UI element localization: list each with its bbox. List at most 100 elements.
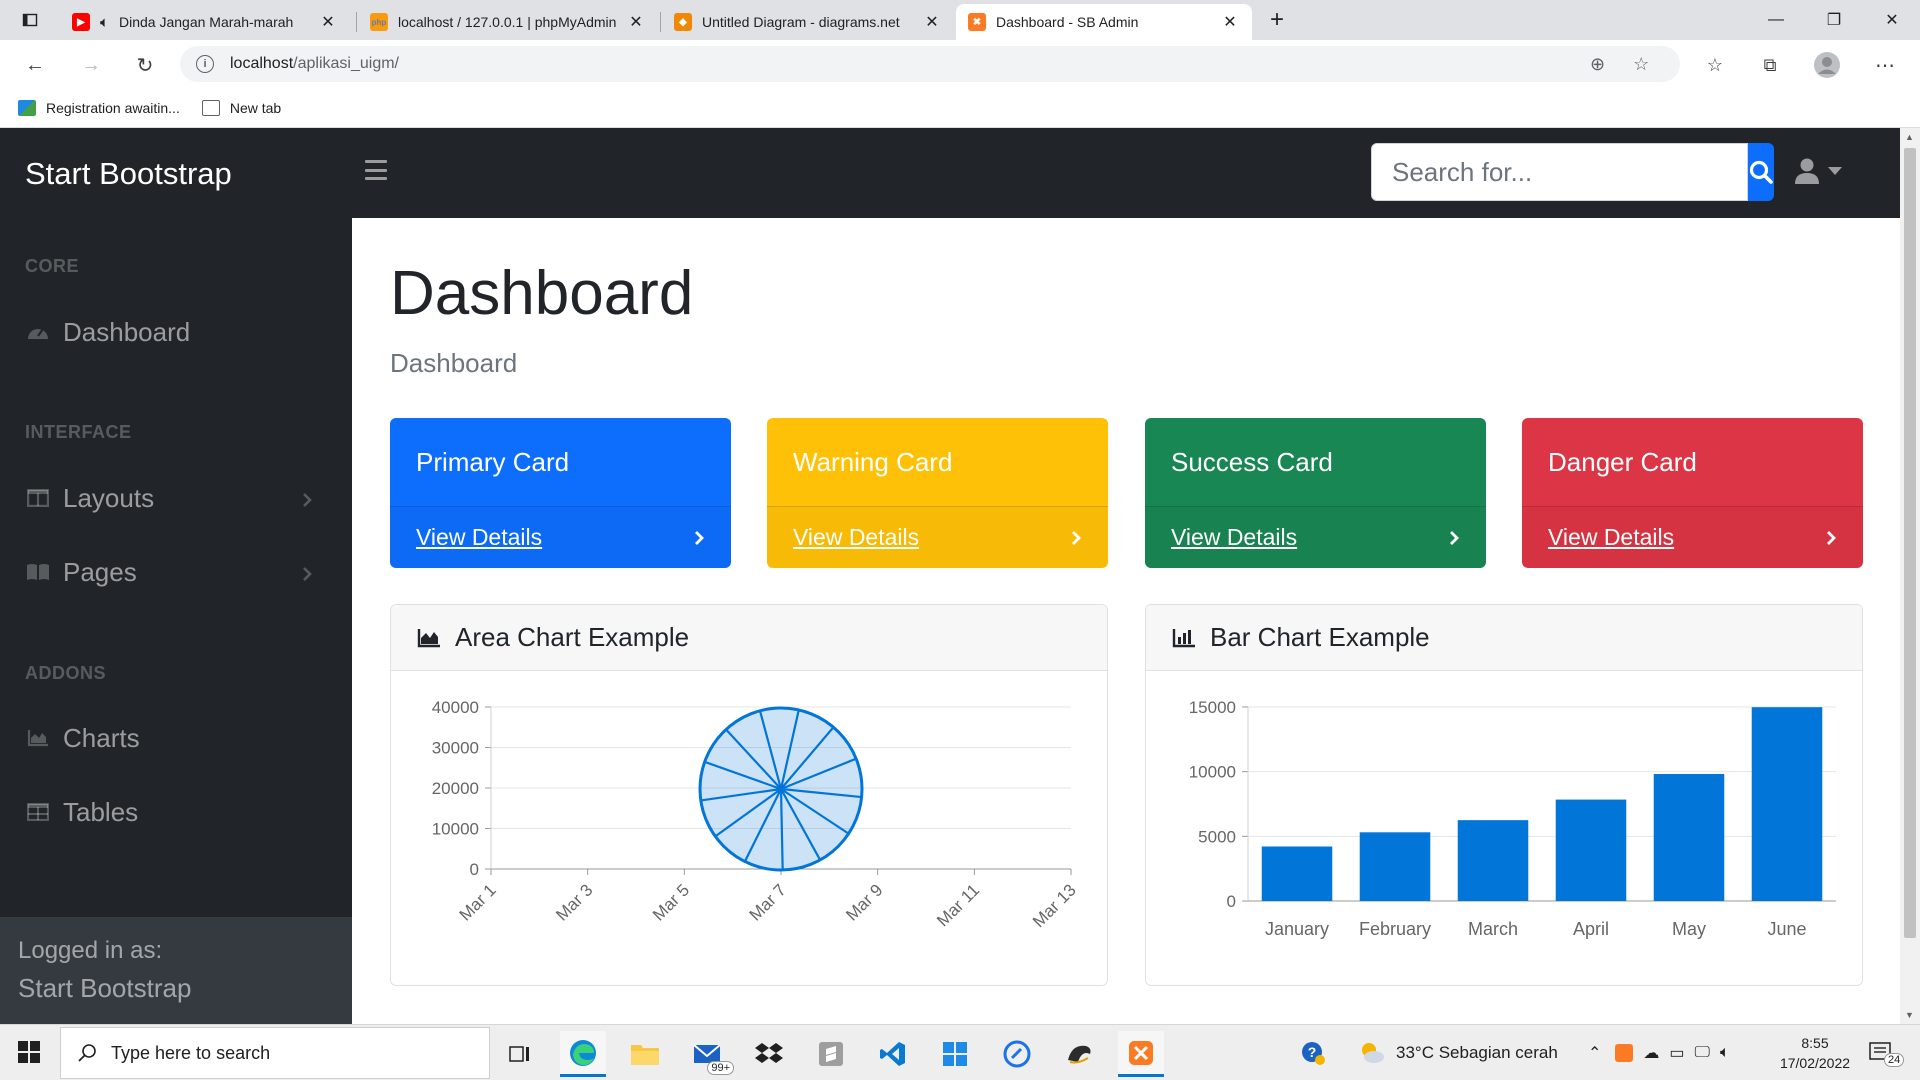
x-tick-label: Mar 1: [456, 880, 500, 924]
windows-start-icon[interactable]: [18, 1041, 40, 1068]
sidebar-item-layouts[interactable]: Layouts: [25, 478, 335, 518]
clock-time: 8:55: [1801, 1035, 1829, 1051]
xampp-tray-icon[interactable]: [1615, 1044, 1634, 1062]
battery-icon[interactable]: ▭: [1669, 1043, 1684, 1063]
phpmyadmin-icon: php: [370, 13, 388, 31]
network-icon[interactable]: ☁: [1643, 1043, 1659, 1063]
sidebar-item-dashboard[interactable]: Dashboard: [25, 312, 335, 352]
dropbox-icon[interactable]: [746, 1031, 792, 1077]
forward-icon[interactable]: →: [76, 50, 106, 80]
help-icon[interactable]: ?: [1300, 1025, 1326, 1080]
file-explorer-icon[interactable]: [622, 1031, 668, 1077]
sidebar: CORE Dashboard INTERFACE Layouts Pages A…: [0, 218, 352, 1024]
new-tab-page-icon: [201, 99, 220, 116]
collections-icon[interactable]: ⧉: [1755, 50, 1785, 80]
chart-title: Area Chart Example: [455, 622, 690, 652]
tab-diagrams[interactable]: ◆ Untitled Diagram - diagrams.net ✕: [662, 4, 954, 40]
scrollbar-thumb[interactable]: [1904, 148, 1916, 938]
volume-icon[interactable]: 🔈︎: [1720, 1044, 1730, 1062]
tab-actions-icon[interactable]: [18, 8, 42, 32]
tab-title: localhost / 127.0.0.1 | phpMyAdmin: [398, 14, 617, 30]
reload-icon[interactable]: ↻: [130, 50, 160, 80]
danger-card: Danger Card View Details: [1522, 418, 1863, 568]
y-tick-label: 10000: [432, 820, 479, 839]
more-menu-icon[interactable]: ⋯: [1870, 50, 1900, 80]
zoom-icon[interactable]: ⊕: [1590, 54, 1605, 75]
display-icon[interactable]: 🖵︎: [1695, 1044, 1710, 1062]
search-input[interactable]: [1371, 143, 1748, 201]
address-bar[interactable]: i localhost/aplikasi_uigm/ ⊕ ☆: [180, 46, 1680, 82]
book-icon: [25, 561, 51, 583]
close-tab-icon[interactable]: ✕: [318, 12, 338, 32]
minimize-icon[interactable]: —: [1748, 0, 1804, 40]
warning-card: Warning Card View Details: [767, 418, 1108, 568]
view-details-link[interactable]: View Details: [416, 524, 542, 551]
bar: [1457, 820, 1529, 901]
sidebar-item-label: Dashboard: [63, 316, 191, 347]
page-title: Dashboard: [390, 259, 694, 328]
tab-youtube[interactable]: ▶ 🔈︎ Dinda Jangan Marah-marah ✕: [60, 4, 350, 40]
navbar-search: [1371, 143, 1774, 201]
chart-title: Bar Chart Example: [1210, 622, 1430, 652]
sidebar-footer: Logged in as: Start Bootstrap: [0, 917, 352, 1024]
favorites-icon[interactable]: ☆: [1700, 50, 1730, 80]
tab-phpmyadmin[interactable]: php localhost / 127.0.0.1 | phpMyAdmin ✕: [358, 4, 658, 40]
sidebar-item-charts[interactable]: Charts: [25, 718, 335, 758]
view-details-link[interactable]: View Details: [1171, 524, 1297, 551]
bookmark-new-tab[interactable]: New tab: [201, 99, 281, 116]
area-chart: 0 10000 20000 30000 40000 Mar 1 Mar 3 Mar 5 Mar …: [432, 698, 1080, 931]
speaker-icon[interactable]: 🔈︎: [100, 14, 109, 31]
bar-chart-card: Bar Chart Example 0 5000 10000 15000 January…: [1145, 604, 1863, 986]
task-view-icon[interactable]: [497, 1031, 543, 1077]
drawio-icon: ◆: [674, 13, 692, 31]
close-tab-icon[interactable]: ✕: [626, 12, 646, 32]
restore-icon[interactable]: ❐: [1806, 0, 1862, 40]
search-button[interactable]: [1748, 143, 1774, 201]
weather-widget[interactable]: 33°C Sebagian cerah: [1358, 1025, 1558, 1080]
x-tick-label: April: [1573, 919, 1609, 939]
browser-app-icon[interactable]: [994, 1031, 1040, 1077]
user-dropdown[interactable]: [1794, 157, 1842, 185]
sidebar-item-pages[interactable]: Pages: [25, 552, 335, 592]
sidebar-toggle-icon[interactable]: [365, 160, 387, 180]
card-title: Danger Card: [1548, 446, 1697, 477]
chevron-right-icon: [1827, 530, 1836, 545]
close-tab-icon[interactable]: ✕: [1220, 12, 1240, 32]
navbar-brand[interactable]: Start Bootstrap: [25, 156, 232, 192]
windows-store-icon[interactable]: [932, 1031, 978, 1077]
back-icon[interactable]: ←: [20, 50, 50, 80]
edge-app-icon[interactable]: [560, 1031, 606, 1077]
columns-icon: [25, 487, 51, 509]
profile-avatar[interactable]: [1812, 50, 1842, 80]
y-tick-label: 0: [470, 860, 479, 879]
y-tick-label: 5000: [1198, 827, 1236, 846]
sublime-text-icon[interactable]: [808, 1031, 854, 1077]
page-scrollbar[interactable]: ▲ ▼: [1900, 128, 1920, 1024]
xampp-icon: ✖: [968, 13, 986, 31]
sidebar-item-tables[interactable]: Tables: [25, 792, 335, 832]
view-details-link[interactable]: View Details: [1548, 524, 1674, 551]
browser-tab-bar: ▶ 🔈︎ Dinda Jangan Marah-marah ✕ php loca…: [0, 0, 1920, 40]
add-favorite-icon[interactable]: ☆: [1633, 54, 1649, 75]
eclipse-app-icon[interactable]: [1056, 1031, 1102, 1077]
vscode-icon[interactable]: [870, 1031, 916, 1077]
close-tab-icon[interactable]: ✕: [922, 12, 942, 32]
browser-toolbar: ← → ↻ i localhost/aplikasi_uigm/ ⊕ ☆ ☆ ⧉…: [0, 40, 1920, 88]
show-hidden-icons[interactable]: ⌃: [1588, 1043, 1601, 1063]
notification-center-icon[interactable]: 24: [1868, 1025, 1905, 1080]
bookmark-registration[interactable]: Registration awaitin...: [18, 99, 180, 116]
bar: [1261, 846, 1333, 901]
tab-title: Dashboard - SB Admin: [996, 14, 1139, 30]
taskbar-search-box[interactable]: Type here to search: [60, 1027, 490, 1079]
xampp-app-icon[interactable]: [1118, 1031, 1164, 1077]
area-chart-icon: [25, 727, 51, 749]
clock[interactable]: 8:55 17/02/2022: [1770, 1033, 1860, 1073]
mail-app-icon[interactable]: 99+: [684, 1031, 734, 1077]
close-window-icon[interactable]: ✕: [1864, 0, 1920, 40]
mail-badge: 99+: [707, 1061, 734, 1075]
view-details-link[interactable]: View Details: [793, 524, 919, 551]
new-tab-icon[interactable]: +: [1265, 6, 1289, 33]
tab-dashboard[interactable]: ✖ Dashboard - SB Admin ✕: [956, 4, 1252, 40]
bookmarks-bar: Registration awaitin... New tab: [0, 88, 1920, 128]
site-info-icon[interactable]: i: [196, 55, 214, 73]
